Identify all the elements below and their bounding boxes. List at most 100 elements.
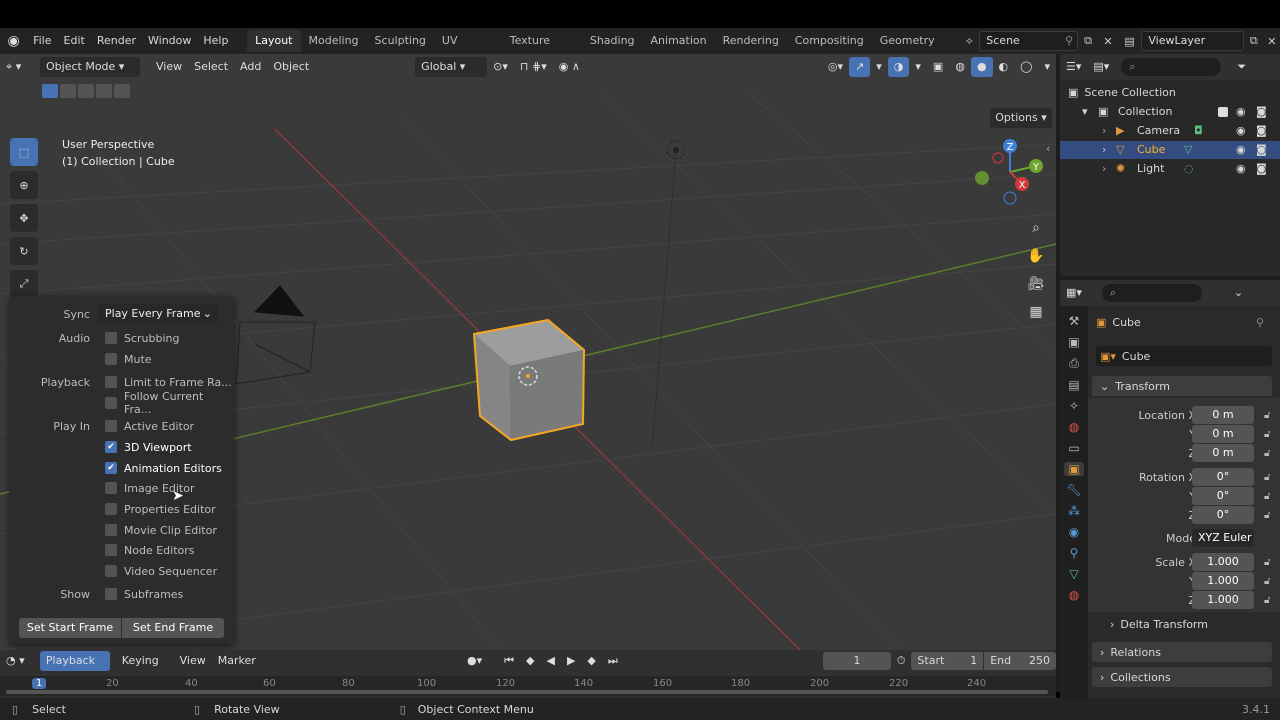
tab-layout[interactable]: Layout: [247, 30, 301, 52]
keying-menu[interactable]: Keying ▾: [116, 651, 174, 687]
jump-keyframe-prev-icon[interactable]: ◆: [520, 651, 540, 671]
lock-icon[interactable]: 🔓︎: [1264, 429, 1270, 440]
rotation-x-field[interactable]: 0°: [1192, 468, 1254, 486]
options-dropdown[interactable]: Options ▾: [990, 108, 1052, 128]
tool-tab-icon[interactable]: ⚒: [1069, 314, 1080, 328]
viewport-menu-object[interactable]: Object: [267, 57, 315, 77]
scale-tool-icon[interactable]: ⤢: [10, 270, 38, 298]
light-data-icon[interactable]: ◌: [1184, 160, 1194, 178]
scrubbing-checkbox[interactable]: [105, 332, 117, 344]
material-tab-icon[interactable]: ◍: [1069, 588, 1079, 602]
overlays-menu-icon[interactable]: ▾: [909, 57, 927, 77]
outliner-item-cube[interactable]: › ▽ Cube ▽ ◉ ◙: [1060, 141, 1280, 159]
3d-viewport-checkbox[interactable]: ✔: [105, 441, 117, 453]
expand-arrow-icon[interactable]: ▾: [1082, 103, 1088, 121]
follow-current-frame-checkbox[interactable]: [105, 397, 117, 409]
image-editor-checkbox[interactable]: [105, 482, 117, 494]
active-editor-checkbox[interactable]: [105, 420, 117, 432]
light-object[interactable]: [666, 140, 686, 160]
exclude-checkbox[interactable]: [1218, 107, 1228, 117]
expand-arrow-icon[interactable]: ›: [1102, 160, 1106, 178]
start-frame-field[interactable]: Start 1: [911, 652, 984, 670]
lock-icon[interactable]: 🔓︎: [1264, 491, 1270, 502]
rotate-tool-icon[interactable]: ↻: [10, 237, 38, 265]
movie-clip-editor-checkbox[interactable]: [105, 524, 117, 536]
lock-icon[interactable]: 🔓︎: [1264, 410, 1270, 421]
scene-collection-row[interactable]: ▣ Scene Collection: [1068, 84, 1176, 102]
camera-data-icon[interactable]: ◘: [1194, 122, 1203, 140]
tab-animation[interactable]: Animation: [643, 30, 715, 52]
viewport-menu-add[interactable]: Add: [234, 57, 267, 77]
tab-shading[interactable]: Shading: [582, 30, 643, 52]
blender-logo-icon[interactable]: ◉: [0, 33, 27, 49]
relations-panel-header[interactable]: › Relations: [1092, 642, 1272, 662]
outliner-editor-type-icon[interactable]: ☰▾: [1060, 57, 1087, 77]
scene-selector[interactable]: Scene ⚲: [979, 31, 1079, 51]
pin-icon[interactable]: ⚲: [1065, 32, 1073, 50]
delete-scene-icon[interactable]: ✕: [1098, 35, 1118, 48]
scene-tab-icon[interactable]: ✧: [1069, 399, 1079, 413]
node-editors-checkbox[interactable]: [105, 544, 117, 556]
menu-window[interactable]: Window: [142, 30, 197, 52]
scene-icon[interactable]: ✧: [959, 35, 979, 48]
select-subtract-icon[interactable]: [78, 84, 94, 98]
render-tab-icon[interactable]: ▣: [1068, 335, 1079, 349]
rotation-z-field[interactable]: 0°: [1192, 506, 1254, 524]
properties-options-icon[interactable]: ⌄: [1228, 283, 1249, 303]
scale-x-field[interactable]: 1.000: [1192, 553, 1254, 571]
editor-type-icon[interactable]: ⌖ ▾: [0, 57, 40, 77]
mute-checkbox[interactable]: [105, 353, 117, 365]
lock-icon[interactable]: 🔓︎: [1264, 576, 1270, 587]
3d-viewport[interactable]: ⌖ ▾ Object Mode ▾ View Select Add Object…: [0, 54, 1056, 650]
eye-icon[interactable]: ◉: [1236, 160, 1246, 178]
view-layer-tab-icon[interactable]: ▤: [1068, 378, 1079, 392]
constraints-tab-icon[interactable]: ⚲: [1070, 546, 1079, 560]
outliner-item-light[interactable]: › ✺ Light ◌ ◉ ◙: [1060, 160, 1280, 178]
timeline-ruler[interactable]: 1 20 40 60 80 100 120 140 160 180 200 22…: [0, 676, 1056, 696]
modifier-tab-icon[interactable]: 🔧︎: [1066, 483, 1081, 497]
set-start-frame-button[interactable]: Set Start Frame: [19, 618, 121, 638]
properties-editor-checkbox[interactable]: [105, 503, 117, 515]
shading-rendered-icon[interactable]: ◯: [1014, 57, 1038, 77]
cube-object[interactable]: [472, 318, 586, 442]
properties-editor-type-icon[interactable]: ▦▾: [1060, 283, 1088, 303]
camera-render-icon[interactable]: ◙: [1256, 103, 1267, 121]
lock-icon[interactable]: 🔓︎: [1264, 595, 1270, 606]
view-layer-icon[interactable]: ▤: [1118, 35, 1141, 48]
properties-search-field[interactable]: ⌕: [1101, 284, 1202, 302]
sync-dropdown[interactable]: Play Every Frame ⌄: [98, 304, 218, 324]
tab-modeling[interactable]: Modeling: [301, 30, 367, 52]
delta-transform-panel-header[interactable]: › Delta Transform: [1110, 618, 1208, 631]
data-tab-icon[interactable]: ▽: [1069, 567, 1078, 581]
overlays-icon[interactable]: ◑: [887, 57, 910, 77]
sidebar-toggle-icon[interactable]: ‹: [1046, 142, 1050, 155]
shading-wireframe-icon[interactable]: ◍: [949, 57, 971, 77]
lock-icon[interactable]: 🔓︎: [1264, 472, 1270, 483]
physics-tab-icon[interactable]: ◉: [1069, 525, 1079, 539]
select-new-icon[interactable]: [42, 84, 58, 98]
rotation-mode-dropdown[interactable]: XYZ Euler ▾: [1192, 529, 1254, 562]
camera-render-icon[interactable]: ◙: [1256, 122, 1267, 140]
shading-solid-icon[interactable]: ●: [970, 57, 993, 77]
jump-keyframe-next-icon[interactable]: ◆: [581, 651, 601, 671]
transform-orientation-dropdown[interactable]: Global ▾: [415, 57, 488, 77]
timeline-editor-type-icon[interactable]: ◔ ▾: [0, 651, 40, 671]
camera-view-icon[interactable]: 🎥︎: [1024, 272, 1048, 296]
tab-geometry-nodes[interactable]: Geometry Noc: [872, 30, 960, 69]
timeline-view-menu[interactable]: View: [174, 651, 212, 671]
menu-help[interactable]: Help: [197, 30, 234, 52]
rotation-y-field[interactable]: 0°: [1192, 487, 1254, 505]
select-extend-icon[interactable]: [60, 84, 76, 98]
camera-render-icon[interactable]: ◙: [1256, 160, 1267, 178]
tab-sculpting[interactable]: Sculpting: [367, 30, 434, 52]
view-layer-selector[interactable]: ViewLayer: [1141, 31, 1244, 51]
lock-icon[interactable]: 🔓︎: [1264, 557, 1270, 568]
navigation-gizmo[interactable]: Z Y X: [968, 136, 1054, 218]
visibility-icon[interactable]: ◎▾: [822, 57, 849, 77]
gizmo-toggle-icon[interactable]: ↗: [849, 57, 871, 77]
current-frame-field[interactable]: 1: [823, 652, 891, 670]
tab-rendering[interactable]: Rendering: [715, 30, 787, 52]
scale-y-field[interactable]: 1.000: [1192, 572, 1254, 590]
display-mode-icon[interactable]: ▤▾: [1087, 57, 1115, 77]
location-z-field[interactable]: 0 m: [1192, 444, 1254, 462]
